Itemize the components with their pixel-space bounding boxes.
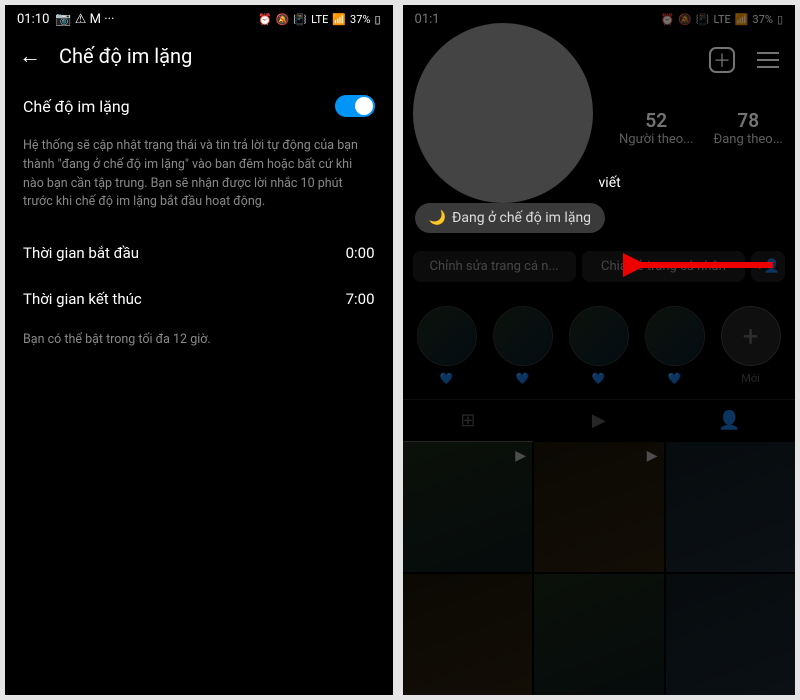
duration-hint: Bạn có thể bật trong tối đa 12 giờ. — [5, 322, 393, 357]
end-time-value: 7:00 — [346, 290, 375, 308]
battery-label: 37% — [753, 13, 773, 26]
highlight-item[interactable]: 💙 — [569, 306, 629, 385]
signal-icon: 📶 — [332, 13, 346, 26]
signal-icon: 📶 — [735, 13, 749, 26]
header: ← Chế độ im lặng — [5, 33, 393, 79]
status-icons-left: 📷 ⚠ M ··· — [55, 12, 114, 27]
post-thumbnail[interactable] — [666, 442, 795, 572]
story-highlights: 💙 💙 💙 💙 + Mới — [403, 292, 795, 399]
followers-label: Người theo... — [619, 132, 693, 147]
toggle-label: Chế độ im lặng — [23, 97, 130, 116]
profile-tabs: ⊞ ▶ 👤 — [403, 399, 795, 442]
start-time-row[interactable]: Thời gian bắt đầu 0:00 — [5, 230, 393, 276]
status-time: 01:10 — [17, 12, 49, 27]
followers-stat[interactable]: 52 Người theo... — [619, 109, 693, 147]
post-thumbnail[interactable] — [666, 574, 795, 696]
heart-icon: 💙 — [592, 372, 606, 385]
highlight-new[interactable]: + Mới — [721, 306, 781, 385]
post-thumbnail[interactable]: ▶ — [403, 442, 533, 572]
reels-tab[interactable]: ▶ — [533, 400, 664, 442]
vibrate-icon: 📳 — [696, 13, 710, 26]
settings-screen: 01:10 📷 ⚠ M ··· ⏰ 🔕 📳 LTE 📶 37% ▯ ← Chế … — [5, 5, 393, 695]
lte-label: LTE — [714, 13, 731, 26]
tagged-tab[interactable]: 👤 — [664, 400, 795, 442]
heart-icon: 💙 — [440, 372, 454, 385]
following-count: 78 — [713, 109, 783, 132]
vibrate-icon: 📳 — [293, 13, 307, 26]
mute-icon: 🔕 — [276, 13, 290, 26]
following-stat[interactable]: 78 Đang theo... — [713, 109, 783, 147]
followers-count: 52 — [619, 109, 693, 132]
quiet-mode-toggle[interactable] — [335, 95, 375, 117]
battery-icon: ▯ — [777, 13, 783, 26]
reel-icon: ▶ — [647, 448, 658, 464]
battery-icon: ▯ — [374, 13, 380, 26]
quiet-mode-toggle-row: Chế độ im lặng — [5, 79, 393, 133]
annotation-arrow — [623, 253, 783, 283]
highlight-item[interactable]: 💙 — [493, 306, 553, 385]
reel-icon: ▶ — [515, 448, 526, 464]
mute-icon: 🔕 — [678, 13, 692, 26]
post-thumbnail[interactable] — [403, 574, 533, 696]
post-thumbnail[interactable] — [534, 574, 664, 696]
battery-label: 37% — [350, 13, 370, 26]
description-text: Hệ thống sẽ cập nhật trạng thái và tin t… — [5, 133, 393, 230]
highlight-new-label: Mới — [741, 372, 760, 385]
menu-icon[interactable] — [757, 52, 779, 68]
start-time-label: Thời gian bắt đầu — [23, 244, 139, 262]
create-button[interactable]: ＋ — [709, 47, 735, 73]
end-time-label: Thời gian kết thúc — [23, 290, 142, 308]
highlight-item[interactable]: 💙 — [417, 306, 477, 385]
end-time-row[interactable]: Thời gian kết thúc 7:00 — [5, 276, 393, 322]
avatar[interactable] — [413, 23, 593, 203]
lte-label: LTE — [311, 13, 328, 26]
alarm-icon: ⏰ — [258, 13, 272, 26]
post-thumbnail[interactable]: ▶ — [534, 442, 664, 572]
quiet-mode-text: Đang ở chế độ im lặng — [452, 210, 591, 226]
quiet-mode-badge: 🌙 Đang ở chế độ im lặng — [415, 203, 606, 233]
following-label: Đang theo... — [713, 132, 783, 147]
edit-profile-button[interactable]: Chỉnh sửa trang cá n... — [413, 251, 576, 282]
profile-screen: 01:1 ⏰ 🔕 📳 LTE 📶 37% ▯ ⌄ ＋ — [403, 5, 795, 695]
grid-tab[interactable]: ⊞ — [403, 400, 534, 442]
status-bar: 01:1 ⏰ 🔕 📳 LTE 📶 37% ▯ — [403, 5, 795, 33]
status-time: 01:1 — [415, 12, 440, 27]
plus-icon: + — [721, 306, 781, 366]
moon-icon: 🌙 — [429, 210, 446, 226]
alarm-icon: ⏰ — [660, 13, 674, 26]
highlight-item[interactable]: 💙 — [645, 306, 705, 385]
back-icon[interactable]: ← — [19, 43, 41, 69]
heart-icon: 💙 — [516, 372, 530, 385]
status-bar: 01:10 📷 ⚠ M ··· ⏰ 🔕 📳 LTE 📶 37% ▯ — [5, 5, 393, 33]
heart-icon: 💙 — [668, 372, 682, 385]
page-title: Chế độ im lặng — [59, 44, 192, 68]
posts-grid: ▶ ▶ — [403, 442, 795, 695]
posts-label-fragment: viết — [599, 175, 621, 191]
start-time-value: 0:00 — [346, 244, 375, 262]
